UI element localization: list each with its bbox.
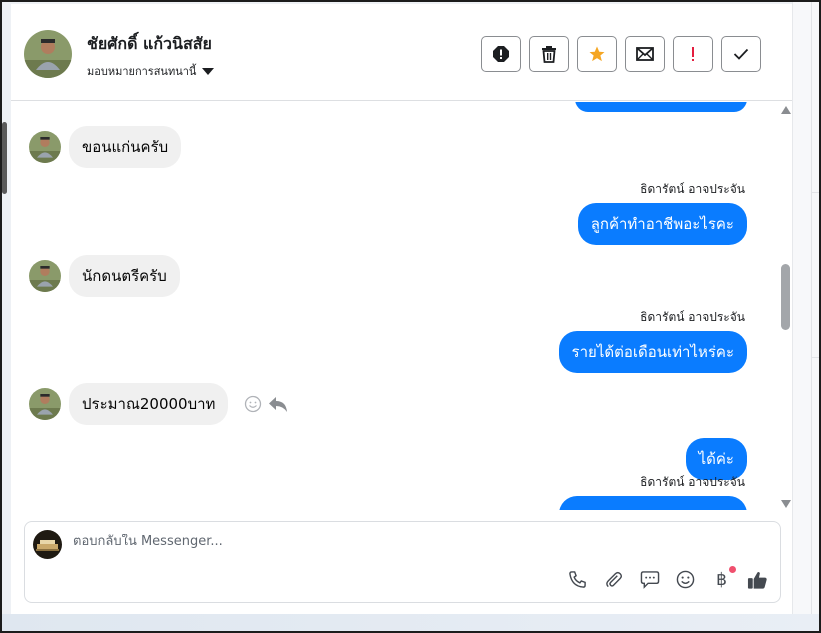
mark-done-button[interactable] (721, 36, 761, 72)
assign-conversation-dropdown[interactable]: มอบหมายการสนทนานี้ (87, 62, 215, 80)
conversation-panel: ชัยศักดิ์ แก้วนิสสัย มอบหมายการสนทนานี้ (11, 4, 792, 614)
scroll-up-arrow-icon[interactable] (781, 106, 791, 114)
message-bubble-incoming[interactable]: ขอนแก่นครับ (69, 126, 182, 168)
sender-name: ธิดารัตน์ อาจประจัน (640, 182, 745, 196)
message-hover-actions (244, 395, 288, 413)
assign-label: มอบหมายการสนทนานี้ (87, 65, 197, 78)
alert-octagon-icon (493, 46, 509, 62)
contact-avatar[interactable] (24, 30, 72, 78)
message-bubble-incoming[interactable]: นักดนตรีครับ (69, 255, 180, 297)
star-icon (589, 46, 605, 62)
message-row-incoming: ขอนแก่นครับ (29, 126, 182, 168)
contact-name[interactable]: ชัยศักดิ์ แก้วนิสสัย (87, 32, 212, 57)
check-icon (733, 48, 749, 60)
reply-input[interactable] (73, 534, 723, 549)
mark-important-button[interactable] (673, 36, 713, 72)
contact-avatar-small[interactable] (29, 388, 61, 420)
notification-dot (729, 566, 736, 573)
message-bubble-outgoing[interactable] (575, 102, 747, 112)
scrollbar-thumb[interactable] (781, 264, 790, 330)
bottom-background (2, 614, 819, 631)
contact-avatar-small[interactable] (29, 131, 61, 163)
contact-avatar-small[interactable] (29, 260, 61, 292)
chat-bubble-icon[interactable] (639, 569, 660, 590)
trash-icon (542, 46, 556, 63)
phone-icon[interactable] (567, 569, 588, 590)
composer-tools: ฿ (567, 566, 768, 590)
reply-icon[interactable] (268, 395, 288, 413)
star-button[interactable] (577, 36, 617, 72)
baht-icon[interactable]: ฿ (711, 566, 736, 590)
message-row-incoming: ประมาณ20000บาท (29, 383, 288, 425)
sender-name: ธิดารัตน์ อาจประจัน (640, 310, 745, 324)
sender-name: ธิดารัตน์ อาจประจัน (640, 475, 745, 489)
message-bubble-outgoing[interactable]: รายได้ต่อเดือนเท่าไหร่คะ (558, 331, 747, 373)
exclamation-icon (692, 47, 694, 61)
emoji-react-icon[interactable] (244, 395, 262, 413)
message-bubble-outgoing[interactable] (559, 496, 747, 510)
message-bubble-outgoing[interactable]: ลูกค้าทำอาชีพอะไรคะ (577, 203, 747, 245)
header-actions (481, 36, 761, 72)
message-list-scrollbar[interactable] (779, 102, 792, 510)
side-panel-handle[interactable] (2, 122, 7, 194)
emoji-icon[interactable] (675, 569, 696, 590)
message-list[interactable]: ขอนแก่นครับ ธิดารัตน์ อาจประจัน ลูกค้าทำ… (11, 102, 777, 510)
page-avatar (33, 530, 62, 559)
mail-icon (636, 47, 654, 61)
message-row-incoming: นักดนตรีครับ (29, 255, 180, 297)
app-frame: ชัยศักดิ์ แก้วนิสสัย มอบหมายการสนทนานี้ (0, 0, 821, 633)
conversation-header: ชัยศักดิ์ แก้วนิสสัย มอบหมายการสนทนานี้ (11, 4, 792, 101)
caret-down-icon (202, 67, 215, 75)
mark-unread-button[interactable] (625, 36, 665, 72)
thumbs-up-icon[interactable] (747, 569, 768, 590)
scroll-down-arrow-icon[interactable] (781, 500, 791, 508)
paperclip-icon[interactable] (603, 569, 624, 590)
report-button[interactable] (481, 36, 521, 72)
message-bubble-incoming[interactable]: ประมาณ20000บาท (69, 383, 229, 425)
delete-button[interactable] (529, 36, 569, 72)
reply-composer: ฿ (24, 521, 781, 603)
right-panel (792, 2, 819, 631)
